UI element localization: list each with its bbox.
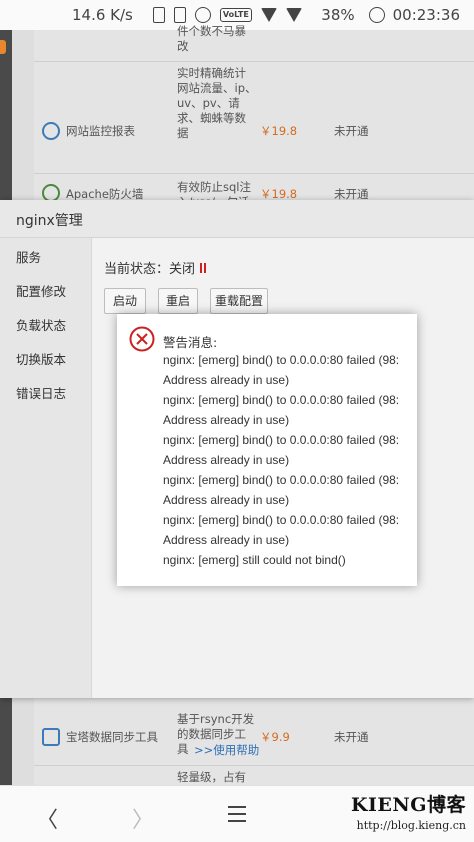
table-row[interactable]: 网站监控报表 实时精确统计 网站流量、ip、 uv、pv、请 求、蜘蛛等数 据 … [34, 62, 474, 174]
message-line: nginx: [emerg] bind() to 0.0.0.0:80 fail… [163, 353, 400, 367]
side-marker [0, 40, 6, 54]
nav-item-load-status[interactable]: 负载状态 [0, 306, 91, 340]
network-speed: 14.6 K/s [72, 6, 133, 24]
phone-icon [152, 7, 165, 23]
nav-item-switch-version[interactable]: 切换版本 [0, 340, 91, 374]
restart-button[interactable]: 重启 [158, 288, 198, 314]
panel-nav: 服务 配置修改 负载状态 切换版本 错误日志 [0, 238, 92, 698]
message-line: Address already in use) [163, 373, 290, 387]
forward-button[interactable]: 〉 [128, 802, 158, 834]
back-button[interactable]: 〈 [32, 802, 62, 834]
panel-title: nginx管理 [0, 200, 474, 238]
nav-item-config[interactable]: 配置修改 [0, 272, 91, 306]
watermark-url: http://blog.kieng.cn [356, 819, 466, 832]
battery-level: 38% [321, 6, 355, 24]
volte-icon: VoLTE [219, 8, 252, 22]
signal-icon [285, 8, 302, 22]
row-name: 网站监控报表 [66, 124, 135, 138]
row-price: ￥19.8 [260, 124, 298, 138]
watermark: KIENG博客 http://blog.kieng.cn [316, 790, 466, 840]
wifi-icon [260, 8, 277, 22]
vibrate-icon [173, 7, 186, 23]
table-row[interactable]: 宝塔数据同步工具 基于rsync开发 的数据同步工 具 >>使用帮助 ￥9.9 … [34, 698, 474, 766]
status-icons: VoLTE [152, 7, 321, 23]
row-price: ￥9.9 [260, 730, 290, 744]
row-status: 未开通 [334, 730, 369, 744]
start-button[interactable]: 启动 [104, 288, 146, 314]
message-line: Address already in use) [163, 493, 290, 507]
monitor-icon [42, 122, 60, 140]
row-name: 宝塔数据同步工具 [66, 730, 158, 744]
message-line: nginx: [emerg] still could not bind() [163, 553, 346, 567]
message-line: Address already in use) [163, 413, 290, 427]
error-icon [129, 326, 155, 352]
row-desc: 实时精确统计 网站流量、ip、 uv、pv、请 求、蜘蛛等数 据 [177, 66, 257, 140]
message-line: nginx: [emerg] bind() to 0.0.0.0:80 fail… [163, 433, 400, 447]
warning-dialog: 警告消息: nginx: [emerg] bind() to 0.0.0.0:8… [117, 314, 417, 586]
database-icon [42, 728, 60, 746]
message-line: nginx: [emerg] bind() to 0.0.0.0:80 fail… [163, 393, 400, 407]
table-row: 件个数不马暴 改 [34, 24, 474, 62]
message-line: Address already in use) [163, 533, 290, 547]
row-desc: 件个数不马暴 改 [177, 24, 246, 53]
nav-item-service[interactable]: 服务 [0, 238, 91, 272]
alarm-icon [194, 7, 211, 23]
watermark-brand: KIENG博客 [351, 794, 466, 816]
reload-config-button[interactable]: 重载配置 [210, 288, 268, 314]
help-link[interactable]: >>使用帮助 [194, 742, 259, 758]
clock: 00:23:36 [392, 6, 460, 24]
table-row: 轻量级，占有 [34, 766, 474, 785]
dialog-message: nginx: [emerg] bind() to 0.0.0.0:80 fail… [163, 350, 413, 570]
message-line: nginx: [emerg] bind() to 0.0.0.0:80 fail… [163, 473, 400, 487]
row-status: 未开通 [334, 124, 369, 138]
menu-icon[interactable] [228, 806, 246, 822]
state-label: 当前状态：关闭 [104, 262, 196, 277]
dialog-title: 警告消息: [163, 335, 218, 350]
message-line: Address already in use) [163, 453, 290, 467]
row-desc: 轻量级，占有 [177, 770, 246, 784]
nav-item-error-log[interactable]: 错误日志 [0, 374, 91, 408]
battery-icon [368, 7, 385, 23]
stopped-icon [200, 262, 207, 273]
message-line: nginx: [emerg] bind() to 0.0.0.0:80 fail… [163, 513, 400, 527]
service-state: 当前状态：关闭 [104, 258, 207, 277]
